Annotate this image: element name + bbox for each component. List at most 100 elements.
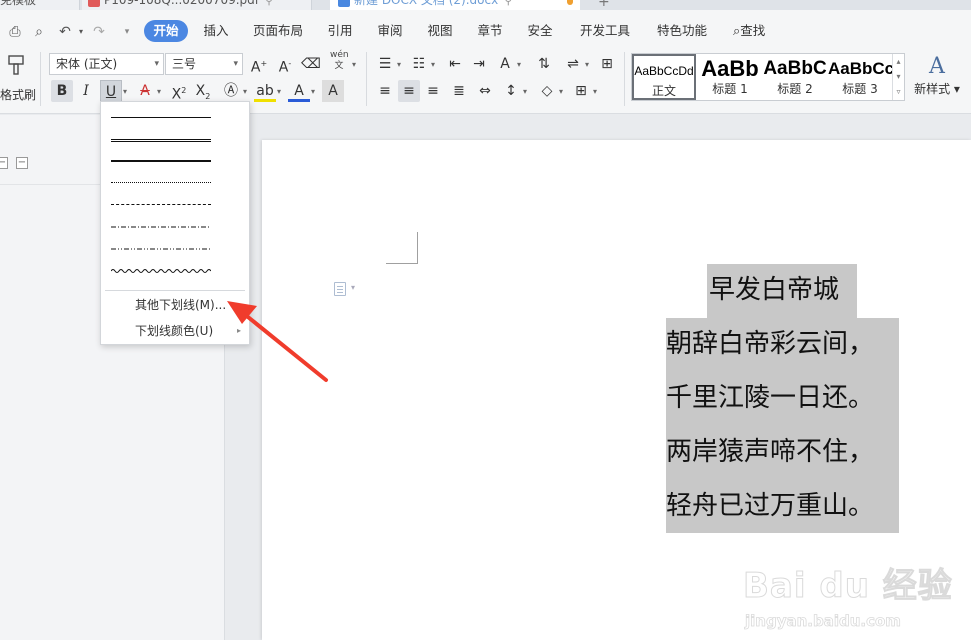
- quick-access-dropdown-icon[interactable]: ▾: [118, 23, 136, 41]
- underline-button[interactable]: U: [100, 80, 122, 102]
- grow-font-icon[interactable]: A+: [248, 53, 270, 76]
- text-effect-dropdown-icon[interactable]: ▾: [243, 87, 247, 96]
- collapse-all-icon[interactable]: −: [16, 157, 28, 169]
- style-heading-2[interactable]: AaBbC 标题 2: [763, 54, 827, 100]
- pin-icon[interactable]: ⚲: [265, 0, 273, 9]
- line-spacing-icon[interactable]: ↕: [500, 80, 522, 102]
- margin-corner-mark: [386, 232, 418, 264]
- redo-icon[interactable]: ↷: [90, 23, 108, 41]
- more-underlines-item[interactable]: 其他下划线(M)...: [101, 294, 249, 316]
- paragraph-layout-dropdown-icon[interactable]: ▾: [351, 283, 355, 292]
- text-effect-icon[interactable]: Ⓐ: [220, 80, 242, 102]
- align-center-icon[interactable]: ≡: [398, 80, 420, 102]
- style-normal[interactable]: AaBbCcDd 正文: [632, 54, 696, 100]
- menu-insert[interactable]: 插入: [196, 20, 236, 42]
- font-size-select[interactable]: 三号 ▾: [165, 53, 243, 75]
- bullet-list-icon[interactable]: ☰: [374, 53, 396, 75]
- pinyin-guide-icon[interactable]: wén 文: [330, 50, 349, 72]
- poem-title[interactable]: 早发白帝城: [707, 264, 857, 318]
- line-spacing-dropdown-icon[interactable]: ▾: [523, 87, 527, 96]
- menu-view[interactable]: 视图: [420, 20, 460, 42]
- sort-icon[interactable]: ⇅: [533, 53, 555, 75]
- menu-security[interactable]: 安全: [520, 20, 560, 42]
- poem-line[interactable]: 千里江陵一日还。: [666, 372, 899, 426]
- strikethrough-button[interactable]: A: [134, 80, 156, 102]
- style-heading-1[interactable]: AaBb 标题 1: [698, 54, 762, 100]
- superscript-button[interactable]: X2: [168, 80, 190, 103]
- underline-option-dotted[interactable]: [111, 175, 211, 191]
- style-heading-1-name: 标题 1: [712, 82, 748, 96]
- undo-dropdown-icon[interactable]: ▾: [72, 23, 90, 41]
- poem-line[interactable]: 两岸猿声啼不住，: [666, 426, 899, 480]
- search-command[interactable]: ⌕查找: [733, 20, 765, 42]
- font-color-icon[interactable]: A: [288, 80, 310, 102]
- menu-special-features[interactable]: 特色功能: [652, 20, 712, 42]
- pinyin-dropdown-icon[interactable]: ▾: [352, 60, 356, 69]
- underline-option-dash-dot[interactable]: [111, 219, 211, 235]
- poem-line[interactable]: 轻舟已过万重山。: [666, 480, 899, 533]
- shading-dropdown-icon[interactable]: ▾: [559, 87, 563, 96]
- watermark-brand: Bai du 经验: [743, 566, 953, 607]
- tab-docx[interactable]: 新建 DOCX 文档 (2).docx ⚲: [330, 0, 580, 10]
- table-layout-icon[interactable]: ⊞: [596, 53, 618, 75]
- tab-template-label: 免模板: [0, 0, 37, 7]
- asian-layout-icon[interactable]: A: [494, 53, 516, 75]
- menu-review[interactable]: 审阅: [370, 20, 410, 42]
- paragraph-layout-icon[interactable]: [334, 282, 346, 296]
- distributed-align-icon[interactable]: ⇔: [474, 80, 496, 102]
- underline-dropdown-icon[interactable]: ▾: [123, 87, 127, 96]
- style-heading-3[interactable]: AaBbCc 标题 3: [828, 54, 892, 100]
- poem-line[interactable]: 朝辞白帝彩云间，: [666, 318, 899, 372]
- numbered-list-icon[interactable]: ☷: [408, 53, 430, 75]
- increase-indent-icon[interactable]: ⇥: [468, 53, 490, 75]
- subscript-button[interactable]: X2: [192, 80, 214, 102]
- shrink-font-icon[interactable]: A-: [274, 53, 296, 76]
- underline-option-wavy[interactable]: [110, 263, 212, 279]
- format-painter-button[interactable]: 格式刷: [0, 50, 36, 110]
- collapse-icon[interactable]: −: [0, 157, 8, 169]
- shading-icon[interactable]: ◇: [536, 80, 558, 102]
- numbering-dropdown-icon[interactable]: ▾: [431, 60, 435, 69]
- justify-icon[interactable]: ≣: [448, 80, 470, 102]
- print-preview-icon[interactable]: ⌕: [30, 23, 48, 41]
- tab-template[interactable]: 免模板: [0, 0, 80, 10]
- borders-icon[interactable]: ⊞: [570, 80, 592, 102]
- underline-color-item[interactable]: 下划线颜色(U) ▸: [101, 320, 249, 342]
- align-right-icon[interactable]: ≡: [422, 80, 444, 102]
- italic-button[interactable]: I: [75, 80, 97, 102]
- bold-button[interactable]: B: [51, 80, 73, 102]
- show-hide-marks-icon[interactable]: ⇌: [562, 53, 584, 75]
- align-left-icon[interactable]: ≡: [374, 80, 396, 102]
- menu-page-layout[interactable]: 页面布局: [248, 20, 308, 42]
- tab-docx-label: 新建 DOCX 文档 (2).docx: [354, 0, 499, 7]
- menu-references[interactable]: 引用: [320, 20, 360, 42]
- highlight-color-icon[interactable]: ab: [254, 80, 276, 102]
- underline-option-single[interactable]: [111, 110, 211, 126]
- borders-dropdown-icon[interactable]: ▾: [593, 87, 597, 96]
- bullet-dropdown-icon[interactable]: ▾: [397, 60, 401, 69]
- font-color-dropdown-icon[interactable]: ▾: [311, 87, 315, 96]
- highlight-dropdown-icon[interactable]: ▾: [277, 87, 281, 96]
- strikethrough-dropdown-icon[interactable]: ▾: [157, 87, 161, 96]
- underline-option-thick[interactable]: [111, 153, 211, 169]
- character-shading-icon[interactable]: A: [322, 80, 344, 102]
- print-icon[interactable]: ⎙: [6, 23, 24, 41]
- clear-formatting-icon[interactable]: ⌫: [300, 53, 322, 75]
- tab-pdf[interactable]: P109-108Q...0200709.pdf ⚲: [82, 0, 312, 10]
- pin-icon[interactable]: ⚲: [504, 0, 512, 9]
- menu-start[interactable]: 开始: [144, 20, 188, 42]
- baidu-jingyan-watermark: Bai du 经验 jingyan.baidu.com: [735, 540, 965, 635]
- font-name-select[interactable]: 宋体 (正文) ▾: [49, 53, 164, 75]
- styles-gallery-scroll[interactable]: ▴ ▾ ▿: [892, 54, 904, 100]
- underline-option-dashed[interactable]: [111, 197, 211, 213]
- marks-dropdown-icon[interactable]: ▾: [585, 60, 589, 69]
- underline-option-dash-dot-dot[interactable]: [111, 241, 211, 257]
- new-style-button[interactable]: A 新样式 ▾: [912, 54, 962, 108]
- underline-option-double[interactable]: [111, 132, 211, 148]
- decrease-indent-icon[interactable]: ⇤: [444, 53, 466, 75]
- new-tab-plus-icon[interactable]: +: [598, 0, 610, 10]
- menu-section[interactable]: 章节: [470, 20, 510, 42]
- asian-layout-dropdown-icon[interactable]: ▾: [517, 60, 521, 69]
- menu-developer[interactable]: 开发工具: [575, 20, 635, 42]
- ribbon-separator: [366, 52, 367, 106]
